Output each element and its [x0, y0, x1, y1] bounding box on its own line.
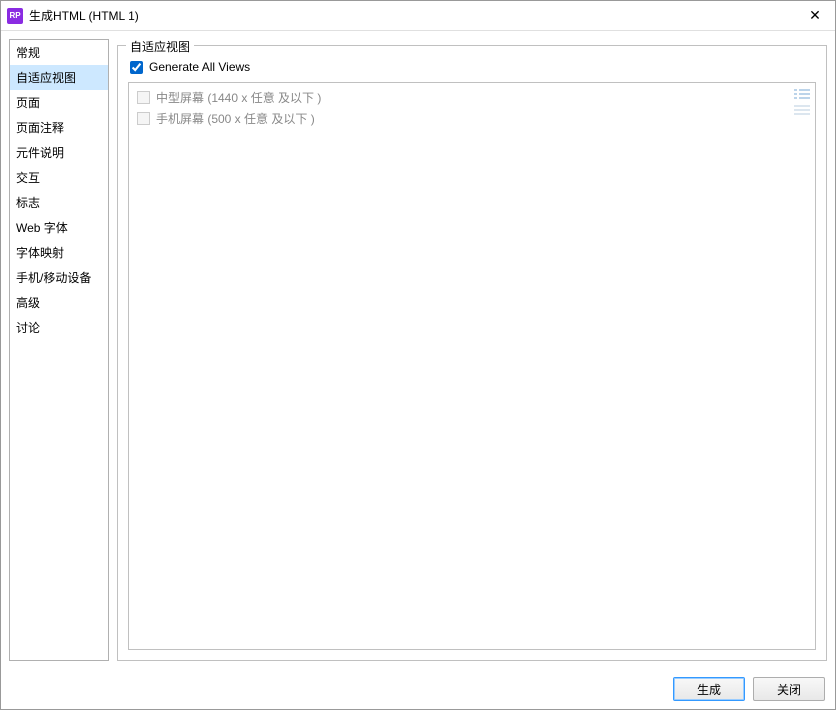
sidebar-item-1[interactable]: 自适应视图	[10, 65, 108, 90]
generate-all-views-checkbox[interactable]	[130, 61, 143, 74]
fieldset-legend: 自适应视图	[126, 38, 194, 55]
views-listbox[interactable]: 中型屏幕 (1440 x 任意 及以下 ) 手机屏幕 (500 x 任意 及以下 …	[128, 82, 816, 650]
titlebar: RP 生成HTML (HTML 1) ✕	[1, 1, 835, 31]
sidebar: 常规自适应视图页面页面注释元件说明交互标志Web 字体字体映射手机/移动设备高级…	[9, 39, 109, 661]
sidebar-item-11[interactable]: 讨论	[10, 315, 108, 340]
app-icon: RP	[7, 8, 23, 24]
view-list-item[interactable]: 中型屏幕 (1440 x 任意 及以下 )	[133, 87, 811, 108]
close-icon[interactable]: ✕	[795, 1, 835, 31]
sidebar-item-2[interactable]: 页面	[10, 90, 108, 115]
sidebar-item-10[interactable]: 高级	[10, 290, 108, 315]
view-list-item[interactable]: 手机屏幕 (500 x 任意 及以下 )	[133, 108, 811, 129]
view-list-item-label: 中型屏幕 (1440 x 任意 及以下 )	[156, 89, 321, 106]
main-panel: 自适应视图 Generate All Views	[117, 39, 827, 661]
sidebar-item-9[interactable]: 手机/移动设备	[10, 265, 108, 290]
generate-all-views-row[interactable]: Generate All Views	[130, 60, 816, 74]
sidebar-item-6[interactable]: 标志	[10, 190, 108, 215]
list-icon-lines[interactable]	[793, 103, 811, 117]
close-button[interactable]: 关闭	[753, 677, 825, 701]
generate-button[interactable]: 生成	[673, 677, 745, 701]
view-checkbox-disabled	[137, 91, 150, 104]
sidebar-item-3[interactable]: 页面注释	[10, 115, 108, 140]
sidebar-item-5[interactable]: 交互	[10, 165, 108, 190]
dialog-footer: 生成 关闭	[1, 669, 835, 709]
list-view-mode-icons	[793, 87, 811, 117]
sidebar-item-8[interactable]: 字体映射	[10, 240, 108, 265]
window-title: 生成HTML (HTML 1)	[29, 7, 795, 24]
adaptive-views-fieldset: 自适应视图 Generate All Views	[117, 45, 827, 661]
sidebar-item-7[interactable]: Web 字体	[10, 215, 108, 240]
list-icon-bullets[interactable]	[793, 87, 811, 101]
sidebar-item-0[interactable]: 常规	[10, 40, 108, 65]
view-list-item-label: 手机屏幕 (500 x 任意 及以下 )	[156, 110, 315, 127]
generate-all-views-label: Generate All Views	[149, 60, 250, 74]
dialog-body: 常规自适应视图页面页面注释元件说明交互标志Web 字体字体映射手机/移动设备高级…	[1, 31, 835, 669]
sidebar-item-4[interactable]: 元件说明	[10, 140, 108, 165]
view-checkbox-disabled	[137, 112, 150, 125]
